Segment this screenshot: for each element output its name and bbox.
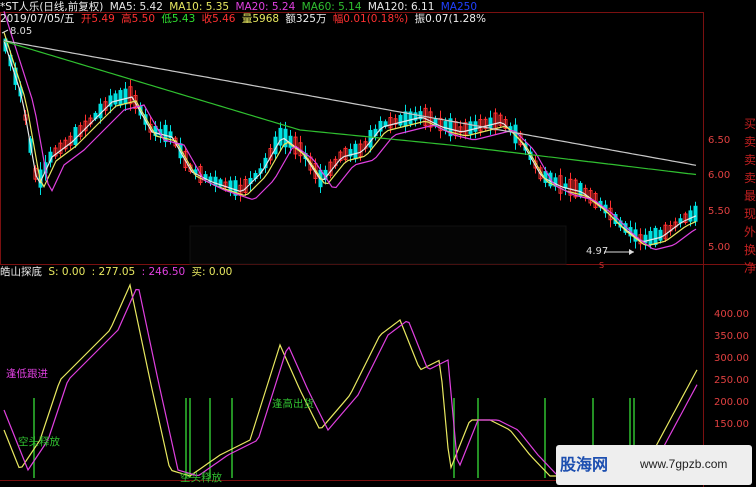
price-scale-500: 5.00 xyxy=(708,242,731,253)
side-label-turnover[interactable]: 换 xyxy=(744,244,756,257)
ind-scale-350: 350.00 xyxy=(714,331,749,342)
low-value: 低5.43 xyxy=(161,13,196,25)
indicator-s-value: S: 0.00 xyxy=(48,266,86,278)
side-label-outer[interactable]: 外 xyxy=(744,226,756,239)
indicator-value-2: : 246.50 xyxy=(141,266,186,278)
date-value: 2019/07/05/五 xyxy=(0,13,75,25)
price-scale-550: 5.50 xyxy=(708,206,731,217)
side-label-sell-2[interactable]: 卖 xyxy=(744,154,756,167)
candle xyxy=(73,124,78,148)
ind-scale-400: 400.00 xyxy=(714,309,749,320)
watermark-box: 股海网 www.7gpzb.com xyxy=(556,445,752,485)
candle xyxy=(483,116,488,132)
ind-scale-150: 150.00 xyxy=(714,419,749,430)
candle xyxy=(663,221,668,243)
watermark-logo: 股海网 xyxy=(560,455,609,474)
candle xyxy=(498,112,503,128)
candle xyxy=(683,211,688,225)
header-row-2: 2019/07/05/五 开5.49 高5.50 低5.43 收5.46 量59… xyxy=(0,12,489,26)
ind-scale-250: 250.00 xyxy=(714,375,749,386)
volume-value: 量5968 xyxy=(241,13,280,25)
indicator-name[interactable]: 皓山探底 xyxy=(0,266,42,278)
annotation-short-release-1: 空头释放 xyxy=(18,436,60,448)
amount-value: 额325万 xyxy=(285,13,327,25)
open-value: 开5.49 xyxy=(80,13,115,25)
indicator-header: 皓山探底 S: 0.00 : 277.05 : 246.50 买: 0.00 xyxy=(0,265,235,279)
side-label-net[interactable]: 净 xyxy=(744,262,756,275)
min-price-label: 4.97 xyxy=(586,246,609,257)
annotation-buy-low: 逢低跟进 xyxy=(6,368,48,380)
side-label-buy[interactable]: 买 xyxy=(744,118,756,131)
candle xyxy=(343,146,348,162)
small-s-marker: S xyxy=(599,261,604,270)
side-label-high[interactable]: 最 xyxy=(744,190,756,203)
ind-scale-200: 200.00 xyxy=(714,397,749,408)
annotation-sell-high: 逢高出货 xyxy=(272,398,314,410)
candle xyxy=(398,113,403,128)
ind-scale-300: 300.00 xyxy=(714,353,749,364)
close-value: 收5.46 xyxy=(201,13,236,25)
high-value: 高5.50 xyxy=(121,13,156,25)
price-scale-600: 6.00 xyxy=(708,170,731,181)
annotation-short-release-2: 空头释放 xyxy=(180,472,222,484)
side-label-sell-3[interactable]: 卖 xyxy=(744,172,756,185)
side-label-sell-1[interactable]: 卖 xyxy=(744,136,756,149)
change-value: 幅0.01(0.18%) xyxy=(332,13,409,25)
amplitude-value: 振0.07(1.28% xyxy=(414,13,486,25)
candle xyxy=(588,187,593,206)
candle xyxy=(328,159,333,179)
info-overlay-block xyxy=(189,225,567,265)
indicator-buy-value: 买: 0.00 xyxy=(191,266,233,278)
price-scale-650: 6.50 xyxy=(708,135,731,146)
max-price-label: 8.05 xyxy=(10,26,33,37)
side-label-now[interactable]: 现 xyxy=(744,208,756,221)
indicator-value-1: : 277.05 xyxy=(91,266,136,278)
kline-chart[interactable]: S xyxy=(0,0,756,487)
watermark-url: www.7gpzb.com xyxy=(640,457,728,471)
